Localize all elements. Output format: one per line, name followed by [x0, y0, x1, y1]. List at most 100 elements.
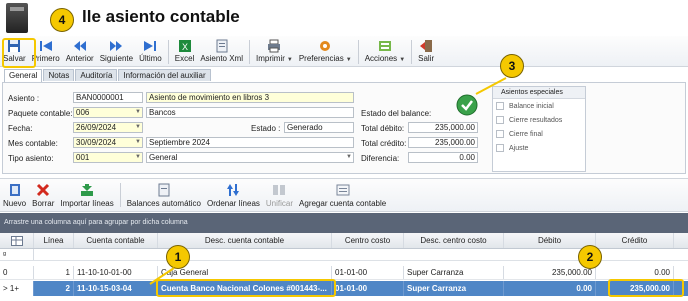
svg-text:X: X: [182, 42, 188, 52]
line-cell[interactable]: 1: [34, 266, 74, 279]
entry-description-field[interactable]: Asiento de movimiento en libros 3: [146, 92, 354, 103]
sort-icon: [225, 182, 241, 197]
closing-results-checkbox[interactable]: Cierre resultados: [493, 113, 585, 127]
callout-frame-save: [2, 38, 36, 68]
toolbar-divider: [411, 40, 413, 64]
checkbox-box: [496, 102, 504, 110]
total-credit-label: Total crédito:: [361, 139, 407, 148]
preferences-button[interactable]: Preferencias ▼: [296, 36, 355, 67]
next-button[interactable]: Siguiente: [97, 36, 136, 67]
import-lines-button[interactable]: Importar líneas: [57, 179, 116, 212]
total-debit-label: Total débito:: [361, 124, 405, 133]
excel-button[interactable]: X Excel: [172, 36, 198, 67]
entry-type-label: Tipo asiento:: [8, 154, 54, 163]
row-marker: 0: [0, 266, 34, 279]
adjustment-checkbox[interactable]: Ajuste: [493, 141, 585, 155]
lines-toolbar: Nuevo Borrar Importar líneas Balances au…: [0, 178, 688, 212]
new-document-icon: [7, 182, 23, 197]
cost-center-description-cell[interactable]: Super Carranza: [404, 281, 504, 296]
filter-icon: ᵍ: [0, 249, 34, 260]
delete-icon: [35, 182, 51, 197]
xml-entry-button[interactable]: Asiento Xml: [197, 36, 246, 67]
add-account-button[interactable]: Agregar cuenta contable: [296, 179, 389, 212]
new-line-button[interactable]: Nuevo: [0, 179, 29, 212]
tab-general[interactable]: General: [4, 69, 43, 82]
chevron-down-icon: ▼: [135, 124, 141, 130]
chevron-down-icon: ▼: [345, 57, 352, 63]
column-chooser-icon[interactable]: [0, 233, 34, 248]
exit-icon: [418, 38, 434, 53]
column-header-cost-center[interactable]: Centro costo: [332, 233, 404, 248]
column-header-credit[interactable]: Crédito: [596, 233, 674, 248]
toolbar-divider: [167, 40, 169, 64]
difference-field: 0.00: [408, 152, 478, 163]
chevron-down-icon: ▼: [135, 109, 141, 115]
print-button[interactable]: Imprimir ▼: [253, 36, 296, 67]
balance-icon: [156, 182, 172, 197]
auto-balance-button[interactable]: Balances automático: [124, 179, 204, 212]
chevron-down-icon: ▼: [135, 139, 141, 145]
difference-label: Diferencia:: [361, 154, 400, 163]
entry-type-select[interactable]: 001 ▼: [73, 152, 143, 163]
actions-button[interactable]: Acciones ▼: [362, 36, 408, 67]
group-by-panel[interactable]: Arrastre una columna aquí para agrupar p…: [0, 213, 688, 233]
date-field[interactable]: 26/09/2024 ▼: [73, 122, 143, 133]
preferences-icon: [317, 38, 333, 53]
previous-button[interactable]: Anterior: [63, 36, 97, 67]
account-description-cell[interactable]: Caja General: [158, 266, 332, 279]
entry-number-field[interactable]: BAN0000001: [73, 92, 143, 103]
chevron-down-icon: ▼: [346, 154, 352, 160]
line-cell[interactable]: 2: [34, 281, 74, 296]
status-field: Generado: [284, 122, 354, 133]
package-select[interactable]: 006 ▼: [73, 107, 143, 118]
column-header-debit[interactable]: Débito: [504, 233, 596, 248]
delete-line-button[interactable]: Borrar: [29, 179, 57, 212]
tab-notes[interactable]: Notas: [43, 69, 75, 81]
debit-cell[interactable]: 235,000.00: [504, 266, 596, 279]
final-closing-checkbox[interactable]: Cierre final: [493, 127, 585, 141]
account-icon: [335, 182, 351, 197]
status-label: Estado :: [251, 124, 281, 133]
chevron-down-icon: ▼: [286, 57, 293, 63]
callout-arrow-3: [475, 77, 507, 95]
accounting-month-description: Septiembre 2024: [146, 137, 354, 148]
accounting-month-field[interactable]: 30/09/2024 ▼: [73, 137, 143, 148]
column-header-account[interactable]: Cuenta contable: [74, 233, 158, 248]
callout-badge-4: 4: [50, 8, 74, 32]
debit-cell[interactable]: 0.00: [504, 281, 596, 296]
cost-center-cell[interactable]: 01-01-00: [332, 266, 404, 279]
package-description-field: Bancos: [146, 107, 354, 118]
entry-label: Asiento :: [8, 94, 40, 103]
accounting-month-label: Mes contable:: [8, 139, 58, 148]
merge-button[interactable]: Unificar: [263, 179, 296, 212]
tab-auxiliary-info[interactable]: Información del auxiliar: [118, 69, 211, 81]
checkbox-box: [496, 144, 504, 152]
cost-center-cell[interactable]: 01-01-00: [332, 281, 404, 296]
excel-icon: X: [177, 38, 193, 53]
merge-icon: [271, 182, 287, 197]
window-title: lle asiento contable: [82, 7, 240, 26]
last-record-icon: [142, 38, 158, 53]
callout-frame-credit: [608, 279, 684, 297]
import-icon: [79, 182, 95, 197]
column-header-cost-center-description[interactable]: Desc. centro costo: [404, 233, 504, 248]
opening-balance-checkbox[interactable]: Balance inicial: [493, 99, 585, 113]
exit-button[interactable]: Salir: [415, 36, 437, 67]
special-entries-panel: Asientos especiales Balance inicial Cier…: [492, 86, 586, 172]
total-credit-field: 235,000.00: [408, 137, 478, 148]
first-record-icon: [38, 38, 54, 53]
tab-audit[interactable]: Auditoría: [75, 69, 118, 81]
actions-icon: [377, 38, 393, 53]
last-button[interactable]: Último: [136, 36, 165, 67]
entry-type-description: General ▼: [146, 152, 354, 163]
cost-center-description-cell[interactable]: Super Carranza: [404, 266, 504, 279]
checkbox-box: [496, 116, 504, 124]
credit-cell[interactable]: 0.00: [596, 266, 674, 279]
checkbox-box: [496, 130, 504, 138]
column-header-line[interactable]: Línea: [34, 233, 74, 248]
xml-icon: [214, 38, 230, 53]
title-bar: lle asiento contable: [0, 0, 688, 36]
date-label: Fecha:: [8, 124, 33, 133]
sort-lines-button[interactable]: Ordenar líneas: [204, 179, 263, 212]
table-row-selected[interactable]: > 1+ 2 11-10-15-03-04 Cuenta Banco Nacio…: [0, 281, 688, 296]
